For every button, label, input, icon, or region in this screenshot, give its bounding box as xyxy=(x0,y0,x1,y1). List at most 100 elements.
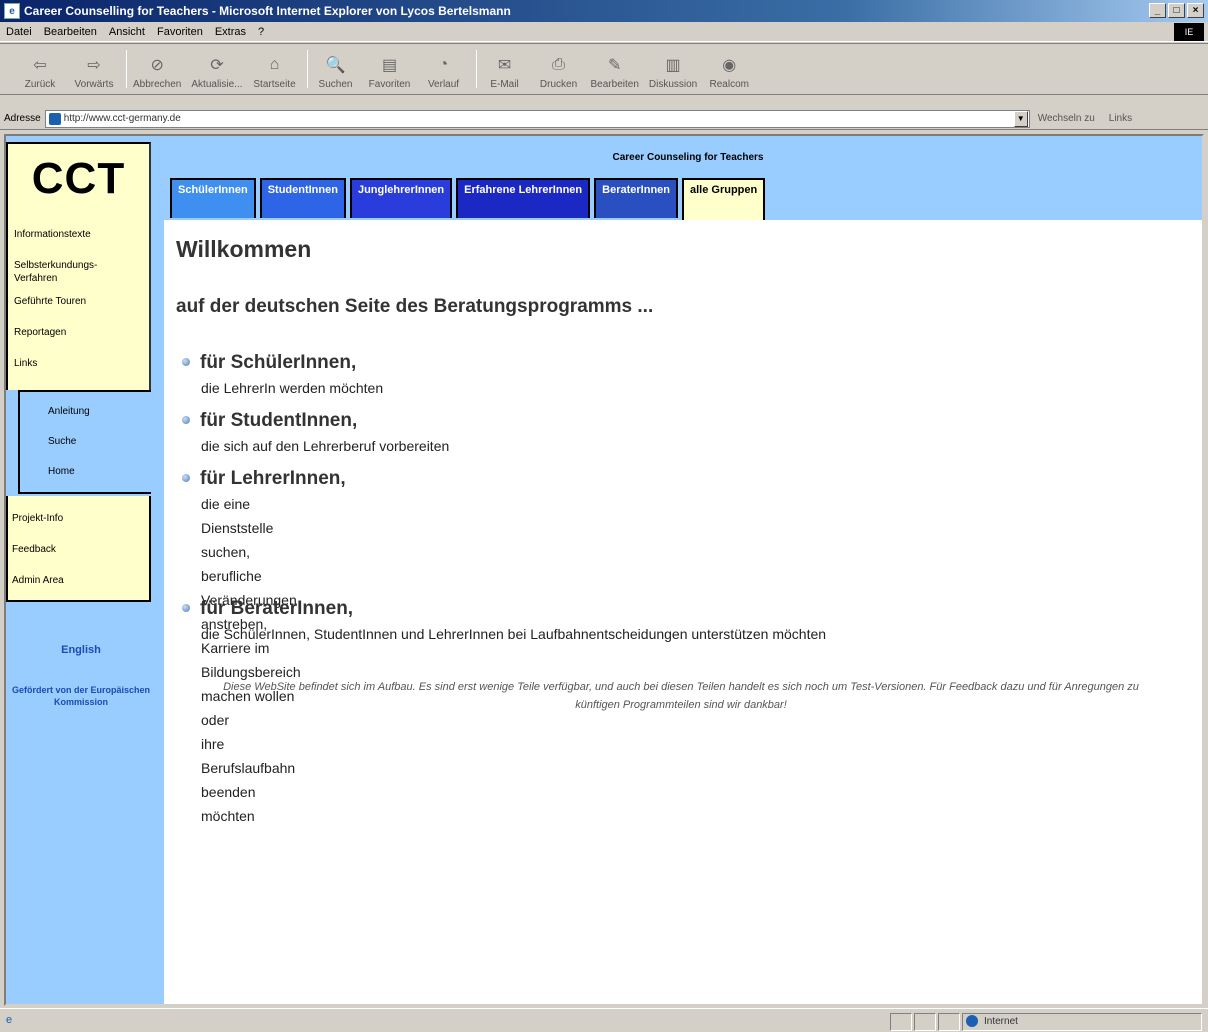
print-button[interactable]: ⎙ Drucken xyxy=(537,54,581,90)
nav-informationstexte[interactable]: Informationstexte xyxy=(14,228,97,241)
menu-datei[interactable]: Datei xyxy=(6,26,32,38)
nav-reportagen[interactable]: Reportagen xyxy=(14,326,97,339)
nav-admin-area[interactable]: Admin Area xyxy=(12,574,64,587)
nav-projekt-info[interactable]: Projekt-Info xyxy=(12,512,64,525)
group-description: die eine Dienststelle suchen, berufliche… xyxy=(201,496,301,824)
close-button[interactable]: × xyxy=(1187,3,1204,18)
print-icon: ⎙ xyxy=(552,56,565,73)
left-sidebar: CCT Informationstexte Selbsterkundungs- … xyxy=(6,136,164,1004)
browser-viewport xyxy=(4,134,1204,1006)
window-title: Career Counselling for Teachers - Micros… xyxy=(24,4,511,18)
status-bar: e Internet xyxy=(0,1008,1208,1032)
nav-feedback[interactable]: Feedback xyxy=(12,543,64,556)
edit-button[interactable]: ✎ Bearbeiten xyxy=(591,54,639,90)
logo-panel: CCT Informationstexte Selbsterkundungs- … xyxy=(6,142,151,390)
menu-ansicht[interactable]: Ansicht xyxy=(109,26,145,38)
group-tabs: SchülerInnen StudentInnen JunglehrerInne… xyxy=(170,178,769,220)
history-button[interactable]: ◔ Verlauf xyxy=(422,54,466,90)
links-button[interactable]: Links xyxy=(1109,113,1132,124)
project-panel: Projekt-Info Feedback Admin Area xyxy=(6,496,151,602)
tab-erfahrene-lehrerinnen[interactable]: Erfahrene LehrerInnen xyxy=(456,178,591,218)
browser-throbber: IE xyxy=(1174,23,1204,41)
nav-links[interactable]: Links xyxy=(14,357,97,370)
stop-button[interactable]: ⊘ Abbrechen xyxy=(133,54,181,90)
toolbar-separator xyxy=(306,50,308,88)
page-status-icon: e xyxy=(6,1013,13,1026)
address-url: http://www.cct-germany.de xyxy=(63,113,181,124)
discuss-icon: ▥ xyxy=(665,57,681,74)
favorites-button[interactable]: ▤ Favoriten xyxy=(368,54,412,90)
project-nav: Projekt-Info Feedback Admin Area xyxy=(12,512,64,605)
search-icon: 🔍 xyxy=(325,57,346,74)
favorites-icon: ▤ xyxy=(381,57,398,74)
nav-selbsterkundung[interactable]: Selbsterkundungs- Verfahren xyxy=(14,259,97,285)
status-cell xyxy=(890,1013,912,1031)
refresh-button[interactable]: ⟳ Aktualisie... xyxy=(191,54,242,90)
welcome-heading: Willkommen xyxy=(176,236,312,262)
minimize-button[interactable]: _ xyxy=(1149,3,1166,18)
search-button[interactable]: 🔍 Suchen xyxy=(314,54,358,90)
realcom-icon: ◉ xyxy=(722,57,737,74)
edit-icon: ✎ xyxy=(608,57,622,74)
menu-extras[interactable]: Extras xyxy=(215,26,246,38)
toolbar-separator xyxy=(126,50,127,88)
forward-arrow-icon: ⇨ xyxy=(87,57,101,74)
welcome-subtitle: auf der deutschen Seite des Beratungspro… xyxy=(176,296,654,317)
menu-help[interactable]: ? xyxy=(258,26,264,38)
mail-button[interactable]: ✉ E-Mail xyxy=(483,54,527,90)
bullet-icon xyxy=(182,358,190,366)
nav-home[interactable]: Home xyxy=(48,466,75,477)
history-icon: ◔ xyxy=(438,56,449,73)
group-description: die SchülerInnen, StudentInnen und Lehre… xyxy=(201,626,827,642)
group-title[interactable]: für LehrerInnen, xyxy=(200,468,346,490)
menu-favoriten[interactable]: Favoriten xyxy=(157,26,203,38)
group-description: die LehrerIn werden möchten xyxy=(201,380,384,396)
group-title[interactable]: für StudentInnen, xyxy=(200,410,357,432)
address-bar: Adresse http://www.cct-germany.de ▼ Wech… xyxy=(0,108,1208,130)
group-title[interactable]: für BeraterInnen, xyxy=(200,598,353,620)
main-content: Willkommen auf der deutschen Seite des B… xyxy=(176,236,1176,824)
address-dropdown-button[interactable]: ▼ xyxy=(1013,110,1028,127)
realcom-button[interactable]: ◉ Realcom xyxy=(707,54,751,90)
toolbar-separator xyxy=(475,50,477,88)
security-zone: Internet xyxy=(966,1015,1018,1027)
stop-icon: ⊘ xyxy=(150,57,164,74)
nav-suche[interactable]: Suche xyxy=(48,436,76,447)
maximize-button[interactable]: □ xyxy=(1168,3,1185,18)
construction-notice: Diese WebSite befindet sich im Aufbau. E… xyxy=(223,681,1139,711)
back-button[interactable]: ⇦ Zurück xyxy=(18,54,62,90)
status-cell xyxy=(914,1013,936,1031)
window-titlebar: e Career Counselling for Teachers - Micr… xyxy=(0,0,1208,22)
nav-anleitung[interactable]: Anleitung xyxy=(48,406,90,417)
tab-alle-gruppen[interactable]: alle Gruppen xyxy=(682,178,766,220)
tab-beraterinnen[interactable]: BeraterInnen xyxy=(594,178,678,218)
home-icon: ⌂ xyxy=(269,56,280,73)
refresh-icon: ⟳ xyxy=(210,57,224,74)
discuss-button[interactable]: ▥ Diskussion xyxy=(649,54,697,90)
site-title: Career Counseling for Teachers xyxy=(612,152,764,163)
tab-schuelerinnen[interactable]: SchülerInnen xyxy=(170,178,256,218)
back-arrow-icon: ⇦ xyxy=(33,57,47,74)
bullet-icon xyxy=(182,416,190,424)
home-button[interactable]: ⌂ Startseite xyxy=(253,54,297,90)
standard-toolbar: ⇦ Zurück ⇨ Vorwärts ⊘ Abbrechen ⟳ Aktualisie… xyxy=(0,43,1208,95)
bullet-icon xyxy=(182,604,190,612)
menu-bar: Datei Bearbeiten Ansicht Favoriten Extra… xyxy=(0,22,1208,42)
english-link[interactable]: English xyxy=(6,644,156,656)
sidebar-nav: Informationstexte Selbsterkundungs- Verf… xyxy=(14,228,97,388)
status-cell xyxy=(938,1013,960,1031)
tab-studentinnen[interactable]: StudentInnen xyxy=(259,178,346,218)
mail-icon: ✉ xyxy=(497,57,512,74)
help-panel: Anleitung Suche Home xyxy=(18,390,151,494)
address-input[interactable]: http://www.cct-germany.de xyxy=(44,109,1030,128)
menu-bearbeiten[interactable]: Bearbeiten xyxy=(44,26,97,38)
nav-gefuehrte-touren[interactable]: Geführte Touren xyxy=(14,295,97,308)
group-description: die sich auf den Lehrerberuf vorbereiten xyxy=(201,438,450,454)
forward-button[interactable]: ⇨ Vorwärts xyxy=(72,54,116,90)
address-label: Adresse xyxy=(4,113,41,124)
bullet-icon xyxy=(182,474,190,482)
page-icon xyxy=(48,112,61,125)
tab-junglehrerinnen[interactable]: JunglehrerInnen xyxy=(349,178,453,218)
group-title[interactable]: für SchülerInnen, xyxy=(200,352,356,374)
go-button[interactable]: Wechseln zu xyxy=(1038,113,1095,124)
